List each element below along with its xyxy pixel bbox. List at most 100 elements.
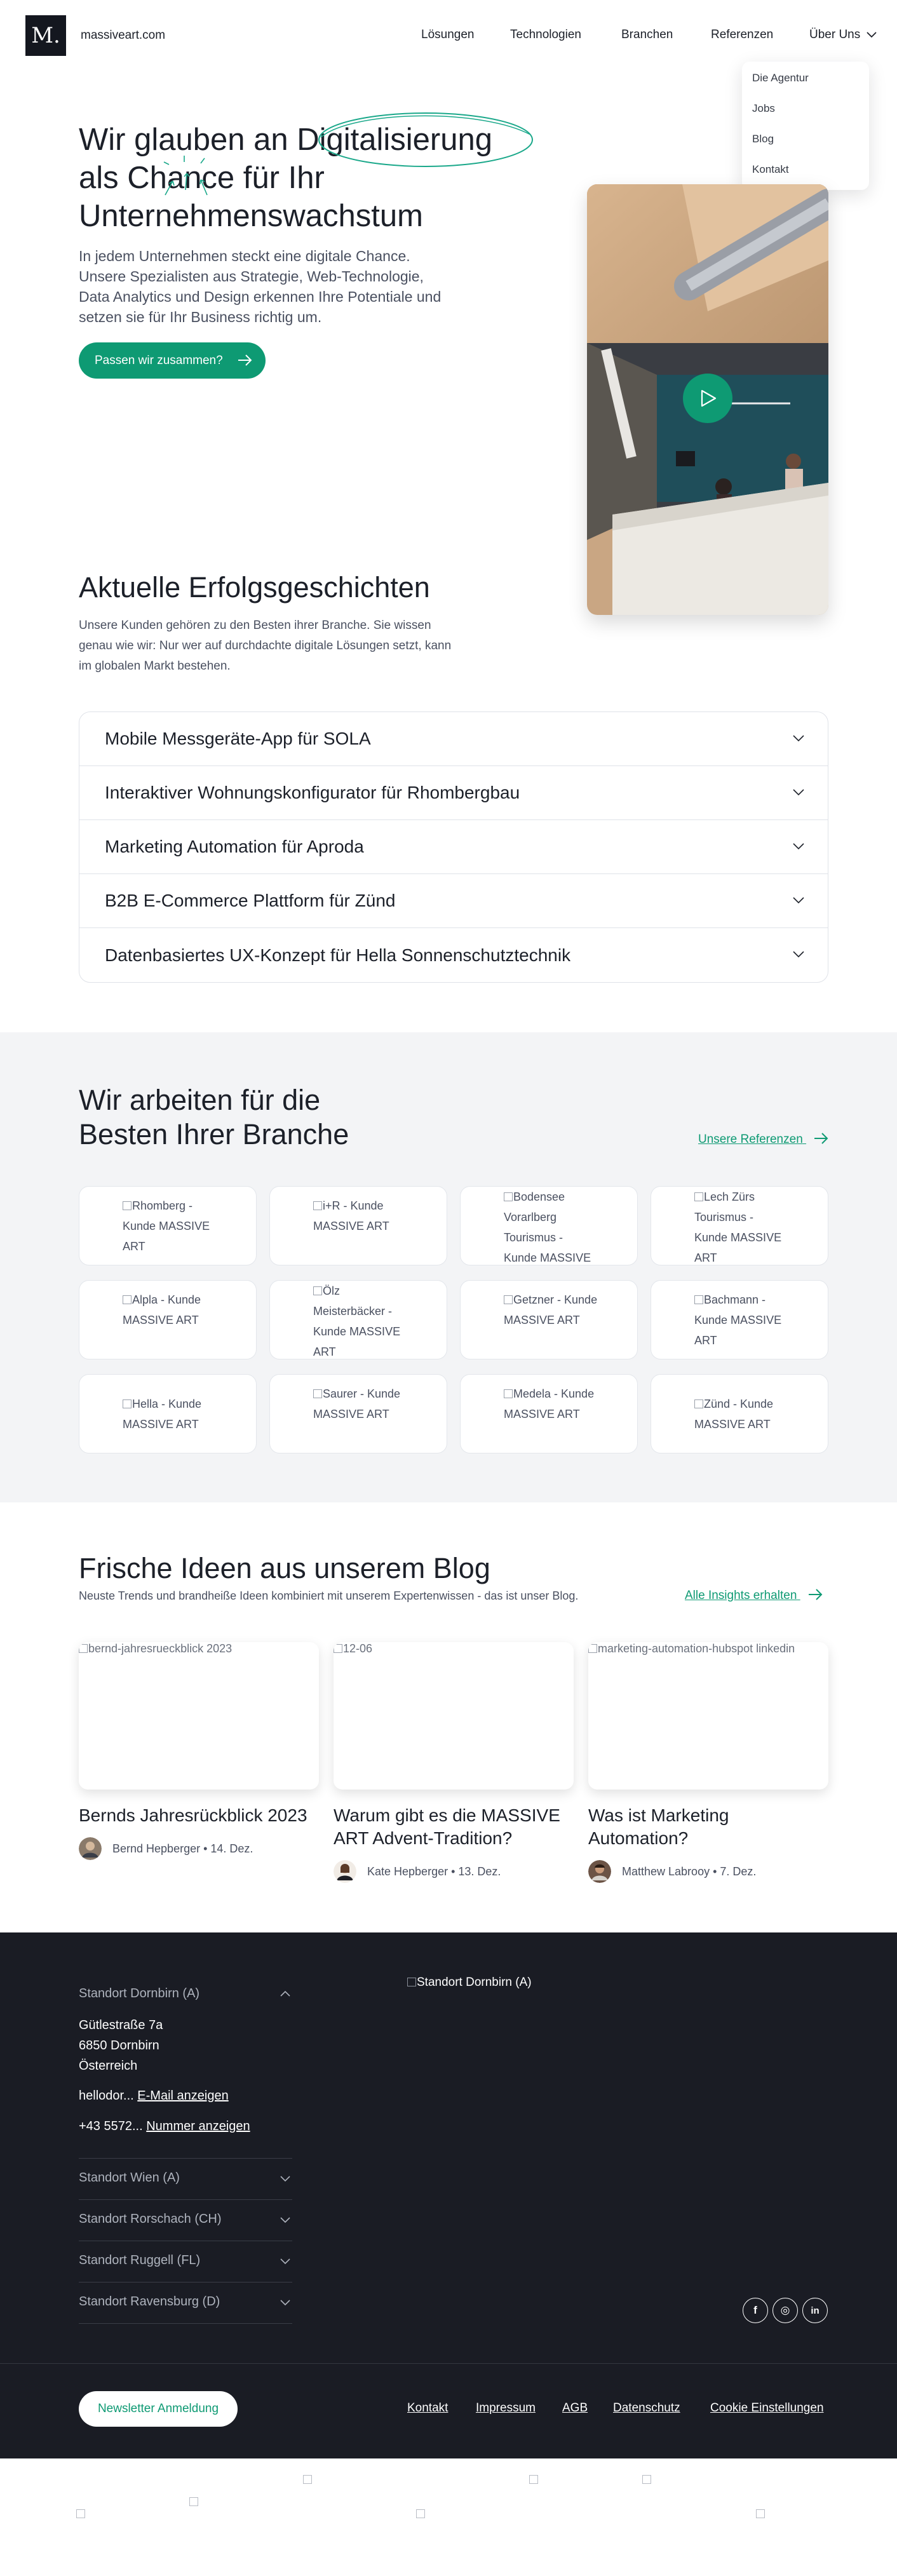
blog-post-title[interactable]: Warum gibt es die MASSIVE ART Advent-Tra… bbox=[334, 1804, 575, 1850]
show-phone-link[interactable]: Nummer anzeigen bbox=[146, 2119, 250, 2133]
chevron-down-icon[interactable] bbox=[280, 2216, 291, 2223]
blog-post-image[interactable]: marketing-automation-hubspot linkedin bbox=[588, 1642, 828, 1790]
accordion-item-aproda[interactable]: Marketing Automation für Aproda bbox=[79, 820, 828, 874]
address-line: Gütlestraße 7a bbox=[79, 2018, 163, 2032]
chevron-up-icon[interactable] bbox=[280, 1990, 291, 1997]
client-logo-alt: Bodensee Vorarlberg Tourismus - Kunde MA… bbox=[504, 1187, 599, 1265]
broken-image-icon bbox=[694, 1192, 703, 1201]
newsletter-signup-button[interactable]: Newsletter Anmeldung bbox=[79, 2391, 238, 2427]
blog-image-alt-text: 12-06 bbox=[343, 1642, 373, 1655]
cta-label: Passen wir zusammen? bbox=[95, 353, 223, 367]
unsere-referenzen-link[interactable]: Unsere Referenzen bbox=[698, 1132, 829, 1147]
instagram-icon[interactable]: ◎ bbox=[772, 2298, 798, 2323]
client-logo-alt: Getzner - Kunde MASSIVE ART bbox=[504, 1290, 599, 1330]
client-card-getzner[interactable]: Getzner - Kunde MASSIVE ART bbox=[460, 1280, 638, 1359]
clients-title-line: Wir arbeiten für die bbox=[79, 1084, 321, 1116]
nav-referenzen[interactable]: Referenzen bbox=[711, 28, 773, 42]
blog-post-title[interactable]: Was ist Marketing Automation? bbox=[588, 1804, 817, 1850]
logo-mark: M. bbox=[31, 23, 60, 48]
divider bbox=[79, 2282, 292, 2283]
arrow-right-icon bbox=[238, 354, 252, 366]
facebook-icon[interactable]: f bbox=[743, 2298, 768, 2323]
footer-link-kontakt[interactable]: Kontakt bbox=[407, 2401, 448, 2415]
client-logo-alt-text: Zünd - Kunde MASSIVE ART bbox=[694, 1398, 774, 1431]
client-logo-alt: Bachmann - Kunde MASSIVE ART bbox=[694, 1290, 790, 1351]
nav-technologien[interactable]: Technologien bbox=[510, 28, 581, 42]
client-card-bachmann[interactable]: Bachmann - Kunde MASSIVE ART bbox=[651, 1280, 828, 1359]
accordion-item-label: Datenbasiertes UX-Konzept für Hella Sonn… bbox=[105, 945, 571, 965]
accordion-item-sola[interactable]: Mobile Messgeräte-App für SOLA bbox=[79, 712, 828, 766]
nav-branchen[interactable]: Branchen bbox=[621, 28, 673, 42]
arrow-right-icon bbox=[814, 1133, 828, 1144]
broken-image-icon bbox=[504, 1389, 513, 1398]
nav-ueber-uns-label: Über Uns bbox=[809, 28, 861, 41]
client-card-medela[interactable]: Medela - Kunde MASSIVE ART bbox=[460, 1374, 638, 1453]
location-accordion-ruggell[interactable]: Standort Ruggell (FL) bbox=[79, 2253, 200, 2268]
broken-image-icon bbox=[407, 1978, 416, 1986]
footer-link-datenschutz[interactable]: Datenschutz bbox=[613, 2401, 680, 2415]
client-logo-alt-text: Saurer - Kunde MASSIVE ART bbox=[313, 1387, 401, 1420]
cta-passen-wir-zusammen-button[interactable]: Passen wir zusammen? bbox=[79, 342, 266, 379]
address-line: 6850 Dornbirn bbox=[79, 2039, 159, 2053]
client-logo-alt: Hella - Kunde MASSIVE ART bbox=[123, 1394, 218, 1434]
client-card-alpla[interactable]: Alpla - Kunde MASSIVE ART bbox=[79, 1280, 257, 1359]
accordion-item-label: Interaktiver Wohnungskonfigurator für Rh… bbox=[105, 783, 520, 802]
sparkle-arrows-decoration bbox=[163, 156, 208, 196]
linkedin-icon[interactable]: in bbox=[802, 2298, 828, 2323]
show-email-link[interactable]: E-Mail anzeigen bbox=[137, 2089, 228, 2103]
footer-link-agb[interactable]: AGB bbox=[562, 2401, 588, 2415]
accordion-item-zuend[interactable]: B2B E-Commerce Plattform für Zünd bbox=[79, 874, 828, 928]
footer-link-impressum[interactable]: Impressum bbox=[476, 2401, 536, 2415]
broken-image-icon bbox=[123, 1399, 132, 1408]
blog-image-alt: 12-06 bbox=[334, 1642, 372, 1656]
location-accordion-wien[interactable]: Standort Wien (A) bbox=[79, 2171, 180, 2185]
success-stories-accordion: Mobile Messgeräte-App für SOLA Interakti… bbox=[79, 711, 828, 983]
chevron-down-icon[interactable] bbox=[280, 2258, 291, 2265]
dropdown-item-blog[interactable]: Blog bbox=[752, 133, 774, 145]
blog-image-alt: marketing-automation-hubspot linkedin bbox=[588, 1642, 795, 1656]
play-video-button[interactable] bbox=[683, 374, 732, 423]
client-logo-alt: Lech Zürs Tourismus - Kunde MASSIVE ART bbox=[694, 1187, 790, 1265]
chevron-down-icon[interactable] bbox=[280, 2299, 291, 2306]
partner-logo-image bbox=[416, 2509, 425, 2518]
partner-logo-image bbox=[756, 2509, 765, 2518]
nav-ueber-uns[interactable]: Über Uns bbox=[809, 28, 877, 42]
client-logo-alt-text: Ölz Meisterbäcker - Kunde MASSIVE ART bbox=[313, 1285, 401, 1358]
email-prefix: hellodor... bbox=[79, 2089, 134, 2103]
dropdown-item-agentur[interactable]: Die Agentur bbox=[752, 72, 809, 84]
blog-post-meta: Bernd Hepberger • 14. Dez. bbox=[112, 1842, 253, 1855]
dropdown-item-jobs[interactable]: Jobs bbox=[752, 102, 775, 115]
accordion-item-rhombergbau[interactable]: Interaktiver Wohnungskonfigurator für Rh… bbox=[79, 766, 828, 820]
broken-image-icon bbox=[313, 1286, 322, 1295]
client-card-hella[interactable]: Hella - Kunde MASSIVE ART bbox=[79, 1374, 257, 1453]
broken-image-icon bbox=[588, 1644, 597, 1653]
client-card-oelz[interactable]: Ölz Meisterbäcker - Kunde MASSIVE ART bbox=[269, 1280, 447, 1359]
chevron-down-icon[interactable] bbox=[280, 2175, 291, 2182]
broken-image-icon bbox=[313, 1389, 322, 1398]
footer-link-cookie-einstellungen[interactable]: Cookie Einstellungen bbox=[710, 2401, 824, 2415]
site-name[interactable]: massiveart.com bbox=[81, 29, 165, 43]
nav-loesungen[interactable]: Lösungen bbox=[421, 28, 474, 42]
location-accordion-ravensburg[interactable]: Standort Ravensburg (D) bbox=[79, 2295, 220, 2309]
alle-insights-link[interactable]: Alle Insights erhalten bbox=[685, 1588, 823, 1603]
location-accordion-rorschach[interactable]: Standort Rorschach (CH) bbox=[79, 2212, 222, 2227]
client-card-saurer[interactable]: Saurer - Kunde MASSIVE ART bbox=[269, 1374, 447, 1453]
success-stories-title: Aktuelle Erfolgsgeschichten bbox=[79, 571, 430, 604]
accordion-item-label: Marketing Automation für Aproda bbox=[105, 837, 364, 856]
client-card-lech-zuers[interactable]: Lech Zürs Tourismus - Kunde MASSIVE ART bbox=[651, 1186, 828, 1265]
logo[interactable]: M. bbox=[25, 15, 66, 56]
partner-logo-image bbox=[303, 2475, 312, 2484]
client-card-rhomberg[interactable]: Rhomberg - Kunde MASSIVE ART bbox=[79, 1186, 257, 1265]
location-accordion-dornbirn[interactable]: Standort Dornbirn (A) bbox=[79, 1986, 199, 2001]
blog-post-image[interactable]: bernd-jahresrueckblick 2023 bbox=[79, 1642, 319, 1790]
client-logo-alt: Medela - Kunde MASSIVE ART bbox=[504, 1384, 599, 1424]
client-card-bodensee[interactable]: Bodensee Vorarlberg Tourismus - Kunde MA… bbox=[460, 1186, 638, 1265]
dropdown-item-kontakt[interactable]: Kontakt bbox=[752, 163, 789, 176]
client-logo-alt: Saurer - Kunde MASSIVE ART bbox=[313, 1384, 408, 1424]
blog-post-title[interactable]: Bernds Jahresrückblick 2023 bbox=[79, 1804, 320, 1827]
accordion-item-hella[interactable]: Datenbasiertes UX-Konzept für Hella Sonn… bbox=[79, 928, 828, 982]
client-card-ir[interactable]: i+R - Kunde MASSIVE ART bbox=[269, 1186, 447, 1265]
client-card-zuend[interactable]: Zünd - Kunde MASSIVE ART bbox=[651, 1374, 828, 1453]
ueber-uns-dropdown: Die Agentur Jobs Blog Kontakt bbox=[742, 62, 869, 190]
blog-post-image[interactable]: 12-06 bbox=[334, 1642, 574, 1790]
